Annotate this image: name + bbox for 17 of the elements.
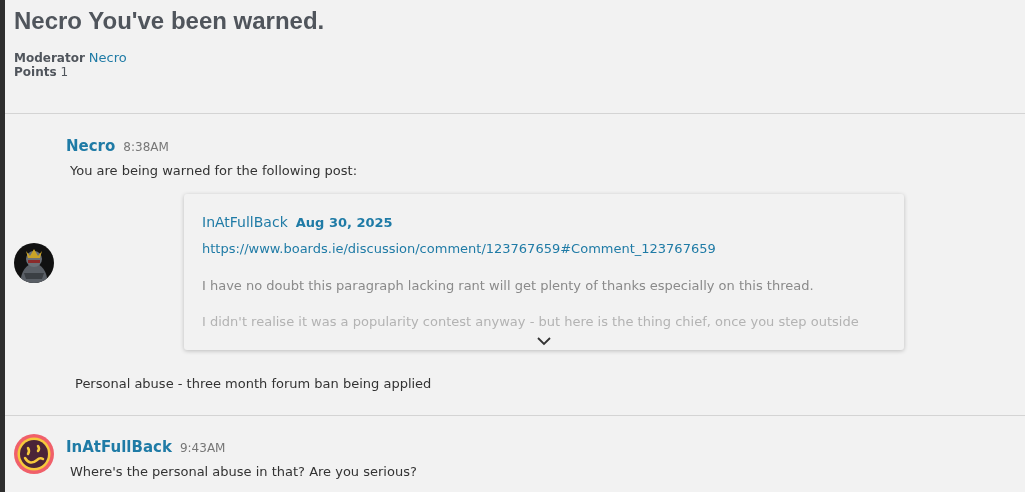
quote-date: Aug 30, 2025: [295, 214, 393, 232]
message-time: 9:43AM: [179, 440, 226, 457]
meta-label: Moderator: [14, 51, 85, 65]
message-text: Where's the personal abuse in that? Are you serious?: [69, 462, 418, 481]
page-title: Necro You've been warned.: [14, 6, 326, 36]
meta-value: 1: [60, 65, 69, 79]
moderator-link[interactable]: Necro: [88, 51, 127, 65]
meta-label: Points: [14, 65, 57, 79]
message-text: You are being warned for the following post:: [69, 161, 359, 180]
quote-paragraph: I have no doubt this paragraph lacking rant will get plenty of thanks especially on this thread.: [202, 276, 815, 295]
author-link[interactable]: Necro: [66, 135, 116, 158]
quote-author-link[interactable]: InAtFullBack: [202, 212, 288, 233]
message-time: 8:38AM: [123, 139, 169, 156]
message-text: Personal abuse - three month forum ban being applied: [74, 374, 433, 393]
author-link[interactable]: InAtFullBack: [66, 436, 172, 459]
quote-link[interactable]: https://www.boards.ie/discussion/comment/123767659#Comment_123767659: [202, 239, 886, 259]
avatar-icon: [14, 434, 54, 474]
